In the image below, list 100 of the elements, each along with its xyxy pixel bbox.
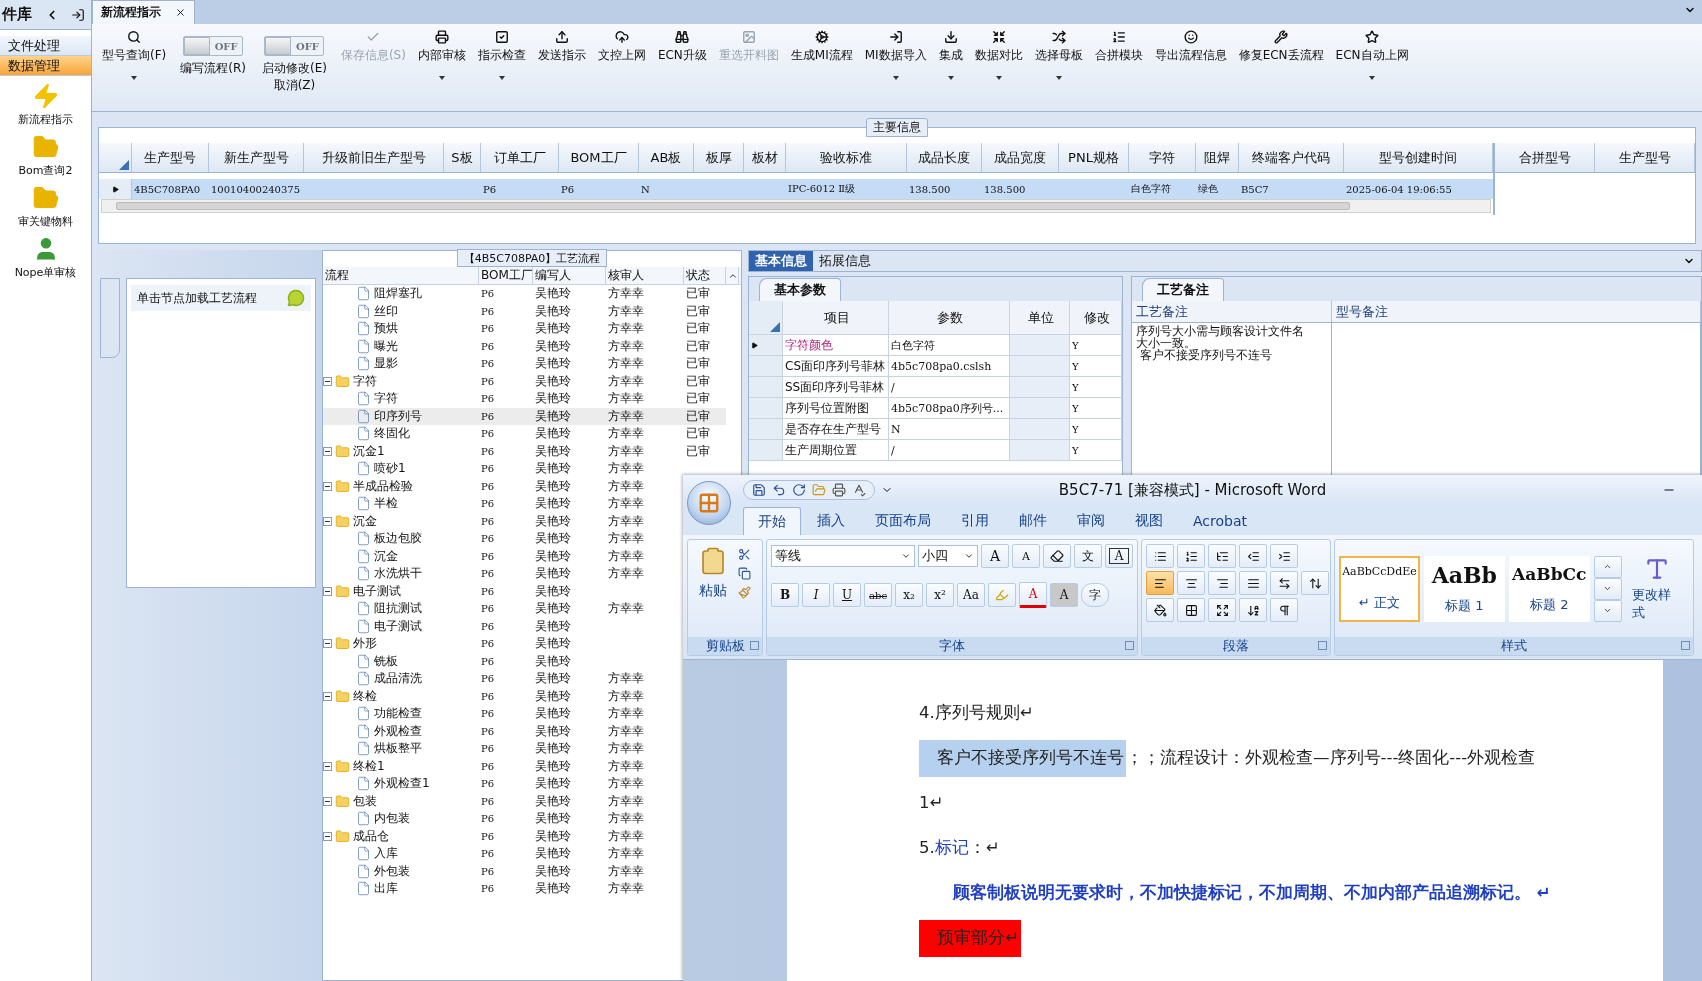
redo-icon[interactable]	[792, 483, 806, 497]
character-border-button[interactable]: A	[1105, 544, 1133, 568]
collapse-toggle-icon[interactable]	[323, 376, 332, 386]
ribbon-tab[interactable]: Acrobat	[1179, 507, 1261, 535]
table-row[interactable]: 是否存在生产型号 N Y	[749, 419, 1122, 440]
column-header[interactable]: 工艺备注	[1132, 301, 1332, 322]
decrease-indent-button[interactable]	[1239, 544, 1267, 568]
column-header[interactable]: 验收标准	[786, 143, 907, 172]
column-header[interactable]: 字符	[1129, 143, 1196, 172]
collapse-toggle-icon[interactable]	[323, 446, 332, 456]
shrink-font-button[interactable]: A	[1012, 544, 1040, 568]
toolbar-button[interactable]: ECN自动上网	[1329, 28, 1415, 82]
column-header[interactable]: BOM工厂	[479, 267, 533, 284]
style-option[interactable]: AaBb 标题 1	[1423, 555, 1505, 622]
table-row[interactable]: 生产周期位置 / Y	[749, 440, 1122, 461]
column-header[interactable]: PNL规格	[1059, 143, 1129, 172]
font-size-field[interactable]: 小四	[917, 545, 978, 567]
sidebar-item[interactable]: 新流程指示	[18, 112, 73, 127]
underline-button[interactable]: U	[833, 583, 861, 607]
pilcrow-button[interactable]	[1270, 598, 1298, 622]
save-icon[interactable]	[752, 483, 766, 497]
column-header[interactable]: 新生产型号	[209, 143, 304, 172]
column-header[interactable]: 阻焊	[1196, 143, 1239, 172]
ribbon-tab[interactable]: 审阅	[1063, 507, 1119, 535]
toolbar-button[interactable]: 内部审核	[411, 28, 472, 82]
strikethrough-button[interactable]: abc	[864, 583, 892, 607]
subscript-button[interactable]: x₂	[895, 583, 923, 607]
sidebar-item[interactable]: 文件处理	[0, 36, 91, 56]
column-header[interactable]: 生产型号	[1595, 143, 1695, 172]
grow-font-button[interactable]: A	[981, 544, 1009, 568]
undo-icon[interactable]	[772, 483, 786, 497]
border-grid-button[interactable]	[1177, 598, 1205, 622]
style-option[interactable]: AaBbCcDdEe ↵ 正文	[1339, 555, 1420, 622]
align-center-button[interactable]	[1177, 571, 1205, 595]
dropdown-icon[interactable]	[964, 551, 974, 561]
change-case-button[interactable]: Aa	[957, 583, 985, 607]
document-tab[interactable]: 新流程指示	[92, 0, 195, 24]
column-header[interactable]: 板材	[744, 143, 786, 172]
column-header[interactable]: BOM工厂	[559, 143, 639, 172]
table-row[interactable]: CS面印序列号菲林 4b5c708pa0.cslsh Y	[749, 356, 1122, 377]
column-header[interactable]: 成品长度	[907, 143, 982, 172]
phonetic-guide-button[interactable]: 文	[1074, 544, 1102, 568]
toolbar-button[interactable]: 文控上网	[591, 28, 652, 66]
column-header[interactable]: 合拼型号	[1495, 143, 1595, 172]
font-name-field[interactable]: 等线	[771, 545, 915, 567]
ribbon-tab[interactable]: 页面布局	[861, 507, 945, 535]
line-spacing-button[interactable]	[1301, 571, 1329, 595]
sidebar-item[interactable]: Bom查询2	[18, 163, 73, 178]
toggle-switch[interactable]: OFF	[183, 36, 244, 56]
tab[interactable]: 基本信息	[749, 251, 813, 271]
bold-button[interactable]: B	[771, 583, 799, 607]
table-row[interactable]: 4B5C708PA0 10010400240375 P6 P6 N IPC-6012 Ⅱ级 138.500 138.500 白色字符 绿色 B5C7 2025-06-04 19:06:55	[99, 179, 1493, 199]
toolbar-button[interactable]: 指示检查	[471, 28, 532, 82]
toolbar-button[interactable]: 生成MI流程	[784, 28, 859, 66]
justify-button[interactable]	[1239, 571, 1267, 595]
table-row[interactable]: 字符颜色 白色字符 Y	[749, 335, 1122, 356]
style-option[interactable]: AaBbCc 标题 2	[1508, 555, 1590, 622]
clear-format-button[interactable]	[1043, 544, 1071, 568]
column-header[interactable]: 状态	[684, 267, 726, 284]
sort-button[interactable]	[1239, 598, 1267, 622]
column-header[interactable]: 订单工厂	[481, 143, 559, 172]
column-header[interactable]: 型号创建时间	[1344, 143, 1493, 172]
toolbar-button[interactable]: 选择母板	[1028, 28, 1089, 82]
numbered-list-button[interactable]	[1177, 544, 1205, 568]
multilevel-list-button[interactable]	[1208, 544, 1236, 568]
column-header[interactable]: 升级前旧生产型号	[304, 143, 444, 172]
tab[interactable]: 拓展信息	[813, 251, 877, 271]
column-header[interactable]: 型号备注	[1332, 301, 1701, 322]
bullet-list-button[interactable]	[1146, 544, 1174, 568]
align-right-button[interactable]	[1208, 571, 1236, 595]
toolbar-button[interactable]: 集成	[932, 28, 969, 82]
tab[interactable]: 基本参数	[759, 278, 841, 301]
toolbar-button[interactable]: 导出流程信息	[1148, 28, 1233, 66]
column-header[interactable]: 板厚	[694, 143, 744, 172]
table-row[interactable]: SS面印序列号菲林 / Y	[749, 377, 1122, 398]
collapse-toggle-icon[interactable]	[323, 691, 332, 701]
collapse-toggle-icon[interactable]	[323, 639, 332, 649]
paste-button[interactable]: 粘贴	[692, 544, 734, 633]
collapse-toggle-icon[interactable]	[323, 516, 332, 526]
tab[interactable]: 工艺备注	[1142, 278, 1224, 301]
office-button[interactable]	[687, 481, 731, 525]
sidebar-item[interactable]: 数据管理	[0, 56, 91, 76]
ribbon-tab[interactable]: 插入	[803, 507, 859, 535]
close-icon[interactable]	[175, 7, 186, 18]
paint-bucket-button[interactable]	[1146, 598, 1174, 622]
italic-button[interactable]: I	[802, 583, 830, 607]
sidebar-item[interactable]: 审关键物料	[18, 214, 73, 229]
distribute-button[interactable]	[1270, 571, 1298, 595]
sign-in-icon[interactable]	[71, 7, 85, 22]
superscript-button[interactable]: x²	[926, 583, 954, 607]
ribbon-tab[interactable]: 视图	[1121, 507, 1177, 535]
column-header[interactable]: 终端客户代码	[1239, 143, 1344, 172]
collapse-toggle-icon[interactable]	[323, 796, 332, 806]
column-header[interactable]: S板	[444, 143, 481, 172]
toolbar-button[interactable]: 修复ECN丢流程	[1232, 28, 1330, 66]
sidebar-item[interactable]: Nope单审核	[14, 265, 77, 280]
collapse-toggle-icon[interactable]	[323, 761, 332, 771]
dropdown-icon[interactable]	[900, 551, 911, 561]
column-header[interactable]: AB板	[639, 143, 694, 172]
toolbar-button[interactable]: ECN升级	[651, 28, 713, 66]
